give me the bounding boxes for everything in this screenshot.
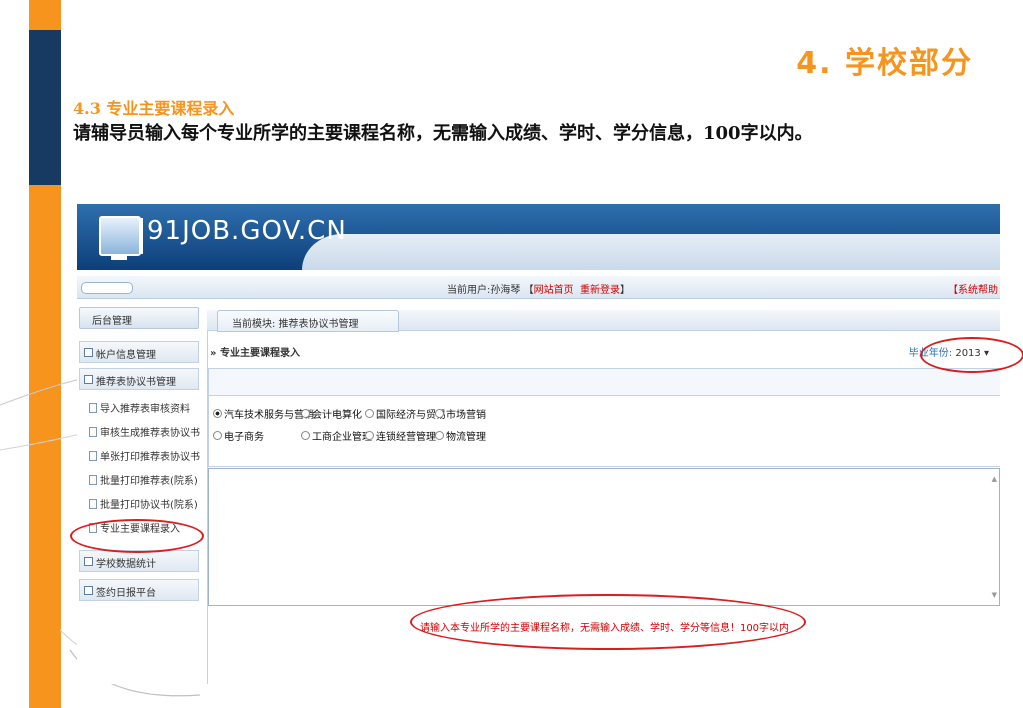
radio-icon <box>365 409 374 418</box>
radio-icon <box>365 431 374 440</box>
major-radio[interactable]: 物流管理 <box>435 428 486 443</box>
system-help-link[interactable]: 【系统帮助 <box>948 281 998 296</box>
navy-stripe <box>29 30 61 185</box>
bracket-close: 】 <box>619 285 630 296</box>
major-label: 市场营销 <box>446 410 486 421</box>
breadcrumb: 当前模块: 推荐表协议书管理 <box>207 310 1000 332</box>
toolbar-strip <box>208 368 1000 396</box>
logo-divider <box>141 218 143 254</box>
slide-subtitle: 4.3 专业主要课程录入 <box>73 99 235 118</box>
year-highlight-oval <box>920 337 1023 373</box>
expand-icon <box>84 586 93 595</box>
major-radio[interactable]: 国际经济与贸易 <box>365 406 446 421</box>
sidebar-item-generate[interactable]: 审核生成推荐表协议书 <box>89 424 200 439</box>
current-user-label: 当前用户:孙海琴 【 <box>447 285 534 296</box>
major-radio[interactable]: 工商企业管理 <box>301 428 372 443</box>
major-radio[interactable]: 市场营销 <box>435 406 486 421</box>
major-radio[interactable]: 电子商务 <box>213 428 264 443</box>
site-logo[interactable]: 91JOB.GOV.CN <box>147 216 347 246</box>
slide-body-text: 请辅导员输入每个专业所学的主要课程名称，无需输入成绩、学时、学分信息，100字以… <box>73 123 813 144</box>
page-title-text: 专业主要课程录入 <box>219 348 300 359</box>
major-label: 连锁经营管理 <box>376 432 436 443</box>
document-icon <box>89 475 97 485</box>
sidebar: 后台管理 帐户信息管理 推荐表协议书管理 导入推荐表审核资料 审核生成推荐表协议… <box>77 307 202 684</box>
radio-icon <box>435 409 444 418</box>
major-label: 工商企业管理 <box>312 432 372 443</box>
major-options: 汽车技术服务与营销 会计电算化 国际经济与贸易 市场营销 电子商务 工商企业管理… <box>208 394 1000 467</box>
major-label: 会计电算化 <box>312 410 362 421</box>
slide-title: 4. 学校部分 <box>796 46 973 81</box>
sidebar-item-batch-agreement[interactable]: 批量打印协议书(院系) <box>89 496 198 511</box>
top-bar: 当前用户:孙海琴 【网站首页 重新登录】 【系统帮助 <box>77 276 1000 299</box>
current-user-info: 当前用户:孙海琴 【网站首页 重新登录】 <box>77 281 1000 296</box>
radio-icon <box>435 431 444 440</box>
radio-icon <box>213 409 222 418</box>
sidebar-group-account[interactable]: 帐户信息管理 <box>79 341 199 363</box>
document-icon <box>89 403 97 413</box>
sidebar-group-label: 学校数据统计 <box>96 559 156 570</box>
sidebar-item-import[interactable]: 导入推荐表审核资料 <box>89 400 190 415</box>
document-icon <box>89 451 97 461</box>
sidebar-item-label: 批量打印协议书(院系) <box>100 500 198 511</box>
banner-wave <box>302 234 1000 270</box>
document-icon <box>89 427 97 437</box>
major-radio[interactable]: 汽车技术服务与营销 <box>213 406 314 421</box>
sidebar-item-print-single[interactable]: 单张打印推荐表协议书 <box>89 448 200 463</box>
major-radio[interactable]: 会计电算化 <box>301 406 362 421</box>
sidebar-group-label: 帐户信息管理 <box>96 350 156 361</box>
course-input[interactable]: ▲ ▼ <box>208 468 1000 606</box>
monitor-icon <box>99 216 141 260</box>
expand-icon <box>84 348 93 357</box>
sidebar-group-recommend[interactable]: 推荐表协议书管理 <box>79 368 199 390</box>
sidebar-group-label: 推荐表协议书管理 <box>96 377 176 388</box>
sidebar-header-label: 后台管理 <box>92 316 132 327</box>
module-tab[interactable]: 当前模块: 推荐表协议书管理 <box>217 310 399 332</box>
expand-icon <box>84 557 93 566</box>
breadcrumb-text: 当前模块: 推荐表协议书管理 <box>232 319 359 330</box>
major-radio[interactable]: 连锁经营管理 <box>365 428 436 443</box>
scroll-down-icon[interactable]: ▼ <box>992 591 997 599</box>
sidebar-item-batch-recommend[interactable]: 批量打印推荐表(院系) <box>89 472 198 487</box>
sidebar-header[interactable]: 后台管理 <box>79 307 199 329</box>
relogin-link[interactable]: 重新登录 <box>580 285 620 296</box>
sidebar-group-label: 签约日报平台 <box>96 588 156 599</box>
major-label: 物流管理 <box>446 432 486 443</box>
menu-highlight-oval <box>70 519 204 553</box>
sidebar-item-label: 单张打印推荐表协议书 <box>100 452 200 463</box>
page-title: » 专业主要课程录入 <box>210 348 300 359</box>
sidebar-item-label: 导入推荐表审核资料 <box>100 404 190 415</box>
home-link[interactable]: 网站首页 <box>534 285 574 296</box>
scroll-up-icon[interactable]: ▲ <box>992 475 997 483</box>
hint-highlight-oval <box>410 594 806 650</box>
sidebar-item-label: 批量打印推荐表(院系) <box>100 476 198 487</box>
radio-icon <box>213 431 222 440</box>
sidebar-group-daily[interactable]: 签约日报平台 <box>79 579 199 601</box>
major-label: 电子商务 <box>224 432 264 443</box>
expand-icon <box>84 375 93 384</box>
radio-icon <box>301 431 310 440</box>
sidebar-group-stats[interactable]: 学校数据统计 <box>79 550 199 572</box>
app-banner: 91JOB.GOV.CN <box>77 204 1000 270</box>
radio-icon <box>301 409 310 418</box>
sidebar-item-label: 审核生成推荐表协议书 <box>100 428 200 439</box>
document-icon <box>89 499 97 509</box>
